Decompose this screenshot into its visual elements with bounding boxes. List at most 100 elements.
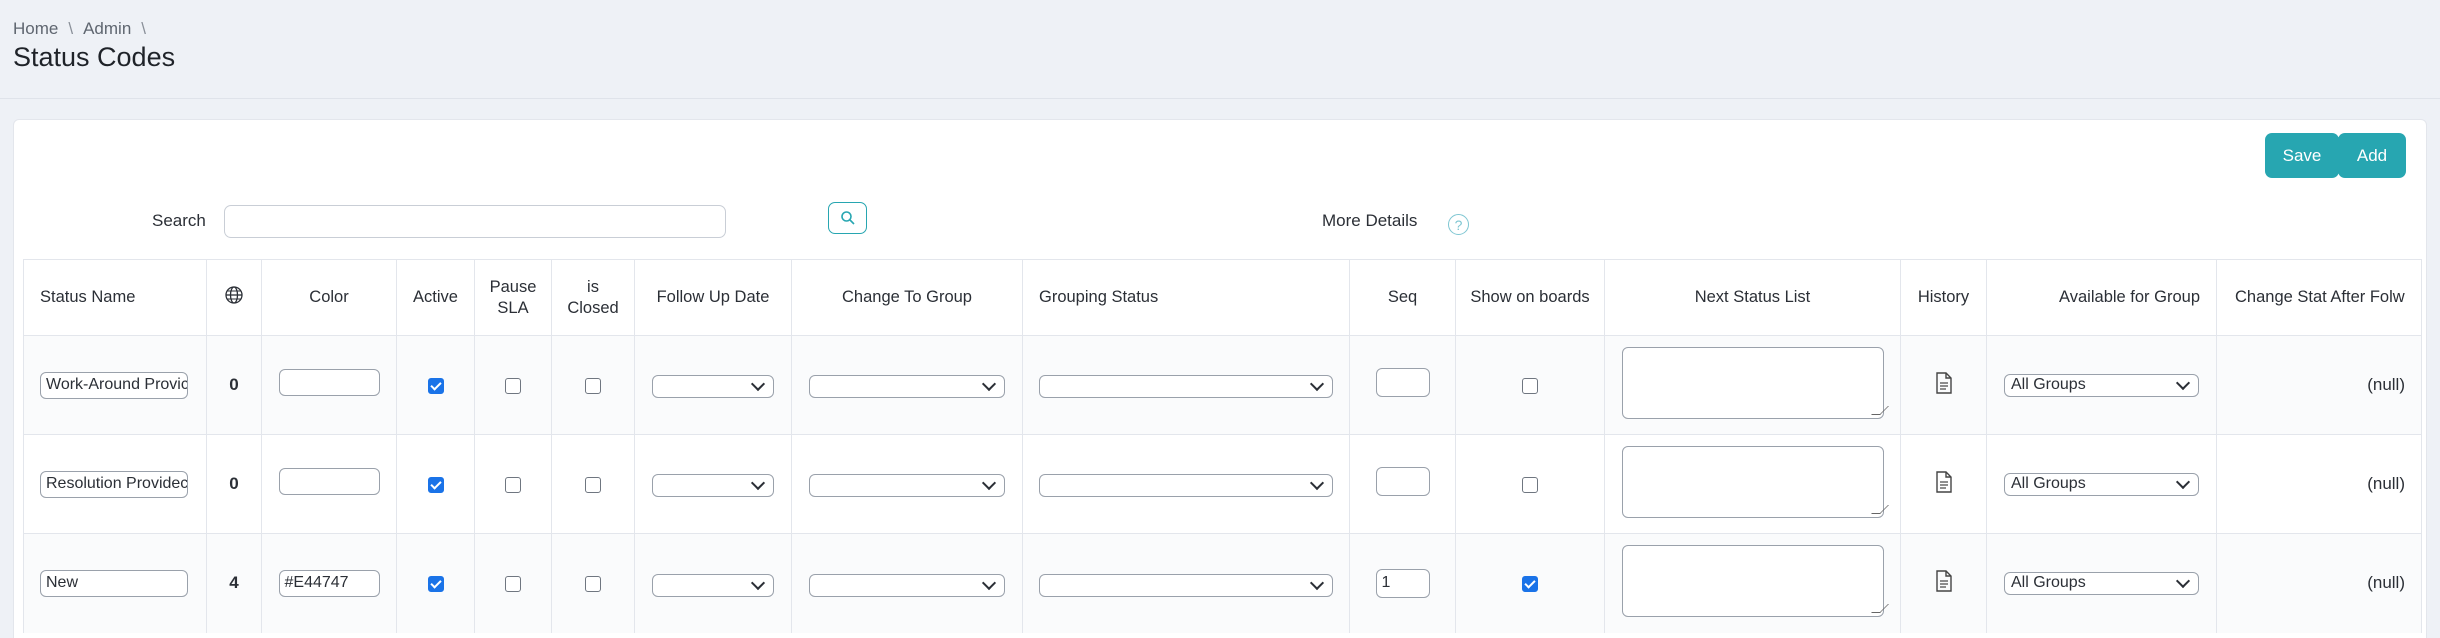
cell-pause-sla (474, 533, 552, 633)
cell-is-closed (551, 533, 635, 633)
grouping-status-select[interactable] (1039, 474, 1333, 498)
available-for-group-select[interactable]: All Groups (2004, 472, 2199, 496)
col-is-closed[interactable]: is Closed (551, 259, 635, 336)
change-to-group-select[interactable] (809, 573, 1005, 597)
col-show-on-boards[interactable]: Show on boards (1455, 259, 1605, 336)
seq-input[interactable] (1375, 368, 1430, 397)
chevron-down-icon (2175, 573, 2191, 588)
chevron-down-icon (981, 476, 997, 491)
table-row: Work-Around Provic 0 All Groups (null) (23, 335, 2422, 435)
chevron-down-icon (750, 377, 766, 392)
cell-change-stat-after: (null) (2216, 434, 2422, 534)
follow-up-date-select[interactable] (652, 375, 774, 399)
page-title: Status Codes (13, 42, 176, 72)
chevron-down-icon (981, 377, 997, 392)
pause-sla-checkbox[interactable] (505, 377, 521, 394)
col-change-to-group[interactable]: Change To Group (791, 259, 1023, 336)
change-to-group-select[interactable] (809, 474, 1005, 498)
col-seq[interactable]: Seq (1349, 259, 1456, 336)
breadcrumb: Home \ Admin \ (13, 19, 146, 39)
status-codes-panel: Save Add Search More Details ? Status Na… (13, 119, 2427, 638)
next-status-list-textarea[interactable] (1621, 445, 1884, 518)
follow-up-date-select[interactable] (652, 573, 774, 597)
breadcrumb-separator: \ (141, 19, 147, 38)
col-available-for-group[interactable]: Available for Group (1986, 259, 2217, 336)
grouping-status-select[interactable] (1039, 573, 1333, 597)
seq-input[interactable] (1375, 467, 1430, 496)
color-input[interactable] (278, 369, 380, 396)
col-pause-sla-line1: Pause (489, 277, 537, 296)
cell-history (1900, 434, 1987, 534)
show-on-boards-checkbox[interactable] (1522, 476, 1538, 493)
active-checkbox[interactable] (427, 377, 444, 394)
cell-follow-up (634, 335, 792, 435)
col-next-status-list[interactable]: Next Status List (1604, 259, 1901, 336)
chevron-down-icon (2175, 375, 2191, 390)
cell-pause-sla (474, 434, 552, 534)
col-follow-up-date[interactable]: Follow Up Date (634, 259, 792, 336)
next-status-list-textarea[interactable] (1621, 346, 1884, 419)
col-active[interactable]: Active (396, 259, 475, 336)
is-closed-checkbox[interactable] (585, 476, 601, 493)
pause-sla-checkbox[interactable] (505, 575, 521, 592)
show-on-boards-checkbox[interactable] (1522, 575, 1538, 592)
is-closed-checkbox[interactable] (585, 377, 601, 394)
pause-sla-checkbox[interactable] (505, 476, 521, 493)
col-is-closed-line1: is (587, 277, 599, 296)
col-change-stat-after[interactable]: Change Stat After Folw (2216, 259, 2422, 336)
col-pause-sla[interactable]: Pause SLA (474, 259, 552, 336)
active-checkbox[interactable] (427, 575, 444, 592)
chevron-down-icon (2175, 474, 2191, 489)
col-history[interactable]: History (1900, 259, 1987, 336)
status-codes-table: Status Name Color Active Pause SLA is Clos… (23, 259, 2422, 633)
cell-grouping-status (1022, 335, 1350, 435)
cell-count: 4 (206, 533, 262, 633)
col-grouping-status[interactable]: Grouping Status (1022, 259, 1350, 336)
chevron-down-icon (750, 575, 766, 590)
cell-show-on-boards (1455, 335, 1605, 435)
status-name-input[interactable]: New (40, 569, 188, 597)
cell-change-group (791, 434, 1023, 534)
document-icon[interactable] (1935, 470, 1953, 493)
cell-count: 0 (206, 335, 262, 435)
cell-active (396, 533, 475, 633)
col-status-name[interactable]: Status Name (23, 259, 207, 336)
cell-next-status-list (1604, 533, 1901, 633)
next-status-list-textarea[interactable] (1621, 544, 1884, 617)
search-input[interactable] (224, 205, 726, 238)
color-input[interactable] (278, 468, 380, 495)
seq-input[interactable]: 1 (1375, 568, 1430, 598)
change-to-group-select[interactable] (809, 375, 1005, 399)
show-on-boards-checkbox[interactable] (1522, 377, 1538, 394)
cell-follow-up (634, 533, 792, 633)
available-for-group-value: All Groups (2011, 475, 2086, 492)
available-for-group-select[interactable]: All Groups (2004, 571, 2199, 595)
breadcrumb-admin[interactable]: Admin (83, 19, 131, 39)
chevron-down-icon (1309, 575, 1325, 590)
color-input[interactable]: #E44747 (278, 569, 380, 597)
cell-follow-up (634, 434, 792, 534)
col-color[interactable]: Color (261, 259, 397, 336)
document-icon[interactable] (1935, 570, 1953, 592)
col-is-closed-line2: Closed (567, 298, 619, 317)
cell-grouping-status (1022, 434, 1350, 534)
available-for-group-select[interactable]: All Groups (2004, 373, 2199, 397)
cell-status-name: Resolution Providec (23, 434, 207, 534)
is-closed-checkbox[interactable] (585, 575, 601, 592)
search-button[interactable] (828, 202, 867, 234)
active-checkbox[interactable] (427, 476, 444, 493)
cell-status-name: Work-Around Provic (23, 335, 207, 435)
chevron-down-icon (750, 476, 766, 491)
grouping-status-select[interactable] (1039, 375, 1333, 399)
cell-color: #E44747 (261, 533, 397, 633)
help-circle-icon[interactable]: ? (1448, 214, 1469, 235)
col-pause-sla-line2: SLA (497, 298, 529, 317)
save-button[interactable]: Save (2265, 133, 2339, 178)
status-name-input[interactable]: Work-Around Provic (40, 371, 188, 399)
document-icon[interactable] (1935, 371, 1953, 394)
follow-up-date-select[interactable] (652, 474, 774, 498)
status-name-input[interactable]: Resolution Providec (40, 470, 188, 498)
cell-seq (1349, 335, 1456, 435)
add-button[interactable]: Add (2338, 133, 2406, 178)
breadcrumb-home[interactable]: Home (13, 19, 58, 39)
